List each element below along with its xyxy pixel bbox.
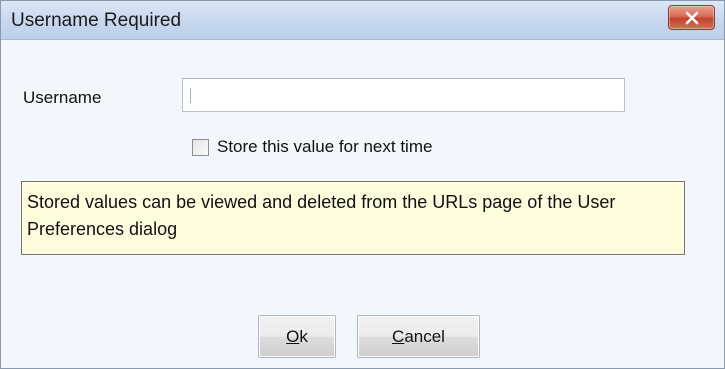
username-label: Username (23, 88, 102, 107)
store-value-checkbox[interactable] (192, 138, 209, 156)
cancel-button[interactable]: Cancel (357, 315, 480, 358)
close-button[interactable] (668, 5, 715, 30)
title-bar[interactable]: Username Required (1, 1, 724, 40)
close-icon (684, 11, 700, 25)
ok-mnemonic: O (286, 326, 300, 346)
cancel-mnemonic: C (392, 326, 405, 346)
dialog-title: Username Required (11, 10, 182, 31)
ok-button[interactable]: Ok (258, 315, 336, 358)
info-message: Stored values can be viewed and deleted … (21, 181, 685, 255)
cancel-label-rest: ancel (404, 326, 445, 346)
username-input[interactable] (182, 78, 625, 112)
store-value-option[interactable]: Store this value for next time (192, 137, 432, 157)
store-value-label[interactable]: Store this value for next time (217, 137, 432, 157)
ok-label-rest: k (299, 326, 308, 346)
text-caret (190, 88, 191, 103)
dialog-body: Username Store this value for next time … (1, 40, 724, 368)
username-dialog: Username Required Username Store this va… (0, 0, 725, 369)
